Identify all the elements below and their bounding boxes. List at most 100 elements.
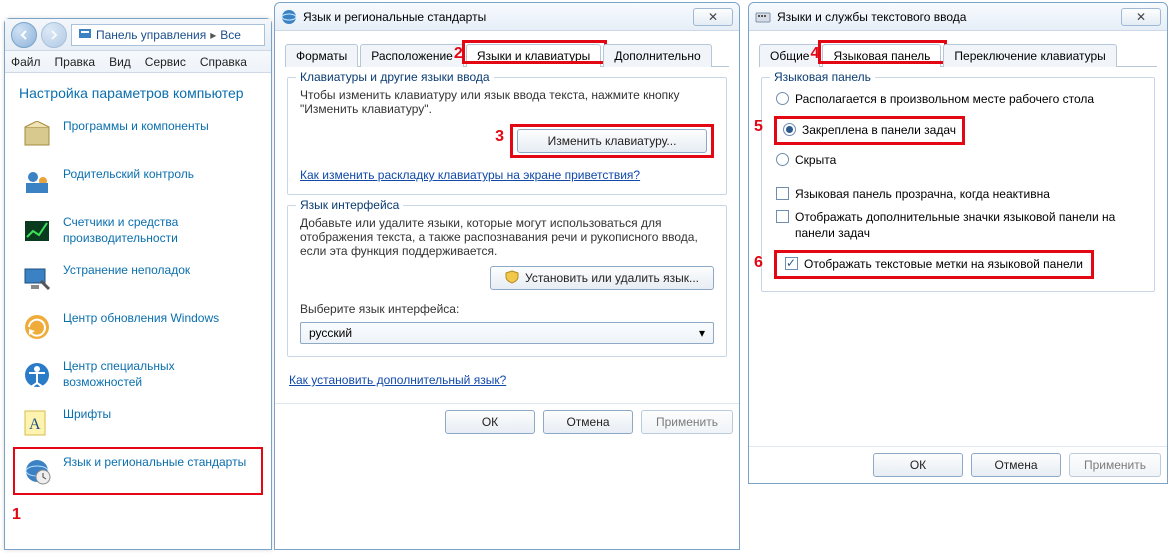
annotation-box-3: Изменить клавиатуру... (510, 124, 714, 158)
display-language-groupbox: Язык интерфейса Добавьте или удалите язы… (287, 205, 727, 357)
cp-item-label: Центр специальных возможностей (63, 359, 253, 390)
button-label: Установить или удалить язык... (525, 271, 699, 285)
groupbox-legend: Язык интерфейса (296, 198, 403, 212)
menu-file[interactable]: Файл (11, 55, 41, 69)
cp-item-programs[interactable]: Программы и компоненты (13, 111, 263, 159)
ease-of-access-icon (21, 359, 53, 391)
check-text-labels[interactable]: Отображать текстовые метки на языковой п… (783, 255, 1085, 275)
dialog-body: Общие Языковая панель 4 Переключение кла… (749, 31, 1167, 308)
groupbox-legend: Клавиатуры и другие языки ввода (296, 70, 494, 84)
groupbox-text: Добавьте или удалите языки, которые могу… (300, 216, 714, 258)
tab-strip: Общие Языковая панель 4 Переключение кла… (759, 43, 1157, 67)
nav-forward-button[interactable] (41, 22, 67, 48)
link-welcome-screen-layout[interactable]: Как изменить раскладку клавиатуры на экр… (300, 168, 640, 182)
cp-item-label: Устранение неполадок (63, 263, 190, 279)
chevron-down-icon: ▾ (699, 326, 705, 340)
radio-docked[interactable]: Закреплена в панели задач (781, 121, 958, 141)
ok-button[interactable]: ОК (445, 410, 535, 434)
radio-label: Скрыта (795, 153, 836, 169)
check-extra-icons[interactable]: Отображать дополнительные значки языково… (774, 206, 1142, 245)
cp-item-label: Язык и региональные стандарты (63, 455, 246, 471)
cp-item-perf[interactable]: Счетчики и средства производительности (13, 207, 263, 255)
radio-hidden[interactable]: Скрыта (774, 149, 1142, 173)
groupbox-legend: Языковая панель (770, 70, 875, 84)
nav-back-button[interactable] (11, 22, 37, 48)
tab-location[interactable]: Расположение (360, 44, 464, 67)
radio-label: Располагается в произвольном месте рабоч… (795, 92, 1094, 108)
menu-tools[interactable]: Сервис (145, 55, 186, 69)
radio-icon (776, 153, 789, 166)
globe-icon (281, 9, 297, 25)
cp-item-troubleshoot[interactable]: Устранение неполадок (13, 255, 263, 303)
cp-item-label: Центр обновления Windows (63, 311, 219, 327)
tab-strip: Форматы Расположение Языки и клавиатуры … (285, 43, 729, 67)
dialog-title: Языки и службы текстового ввода (777, 10, 1121, 24)
annotation-box-5: Закреплена в панели задач (774, 116, 965, 146)
language-bar-groupbox: Языковая панель Располагается в произвол… (761, 77, 1155, 292)
control-panel-items: Программы и компоненты Родительский конт… (5, 107, 271, 503)
control-panel-window: Панель управления ▸ Все Файл Правка Вид … (4, 18, 272, 550)
cp-item-label: Родительский контроль (63, 167, 194, 183)
annotation-marker-1: 1 (12, 506, 21, 524)
dialog-button-row: ОК Отмена Применить (275, 403, 739, 440)
radio-floating[interactable]: Располагается в произвольном месте рабоч… (774, 88, 1142, 112)
globe-clock-icon (21, 455, 53, 487)
ok-button[interactable]: ОК (873, 453, 963, 477)
menu-help[interactable]: Справка (200, 55, 247, 69)
install-language-button[interactable]: Установить или удалить язык... (490, 266, 714, 290)
titlebar: Язык и региональные стандарты ✕ (275, 3, 739, 31)
tab-language-bar[interactable]: Языковая панель (822, 44, 941, 67)
keyboard-icon (755, 9, 771, 25)
radio-label: Закреплена в панели задач (802, 123, 956, 139)
cp-item-label: Шрифты (63, 407, 111, 423)
windows-update-icon (21, 311, 53, 343)
menu-view[interactable]: Вид (109, 55, 131, 69)
page-title: Настройка параметров компьютер (5, 73, 271, 107)
check-label: Языковая панель прозрачна, когда неактив… (795, 187, 1050, 203)
close-button[interactable]: ✕ (693, 8, 733, 26)
combo-label: Выберите язык интерфейса: (300, 302, 714, 316)
dialog-title: Язык и региональные стандарты (303, 10, 693, 24)
annotation-box-6: Отображать текстовые метки на языковой п… (774, 250, 1094, 280)
apply-button[interactable]: Применить (1069, 453, 1161, 477)
breadcrumb-part1: Панель управления (96, 28, 206, 42)
link-install-additional-language[interactable]: Как установить дополнительный язык? (289, 373, 506, 387)
tab-keyboards-languages[interactable]: Языки и клавиатуры (466, 44, 601, 67)
menubar: Файл Правка Вид Сервис Справка (5, 51, 271, 73)
cp-item-accessibility[interactable]: Центр специальных возможностей (13, 351, 263, 399)
dialog-button-row: ОК Отмена Применить (749, 446, 1167, 483)
breadcrumb-sep: ▸ (210, 28, 216, 42)
nav-bar: Панель управления ▸ Все (5, 19, 271, 51)
radio-icon (783, 123, 796, 136)
cp-item-fonts[interactable]: A Шрифты (13, 399, 263, 447)
keyboards-groupbox: Клавиатуры и другие языки ввода Чтобы из… (287, 77, 727, 195)
address-bar[interactable]: Панель управления ▸ Все (71, 24, 265, 46)
check-transparent[interactable]: Языковая панель прозрачна, когда неактив… (774, 183, 1142, 207)
checkbox-icon (776, 187, 789, 200)
chart-icon (21, 215, 53, 247)
cancel-button[interactable]: Отмена (543, 410, 633, 434)
apply-button[interactable]: Применить (641, 410, 733, 434)
cp-item-parental[interactable]: Родительский контроль (13, 159, 263, 207)
tab-advanced[interactable]: Дополнительно (603, 44, 711, 67)
cp-item-region[interactable]: Язык и региональные стандарты (13, 447, 263, 495)
menu-edit[interactable]: Правка (55, 55, 96, 69)
close-button[interactable]: ✕ (1121, 8, 1161, 26)
annotation-marker-5: 5 (754, 118, 763, 136)
box-icon (21, 119, 53, 151)
change-keyboard-button[interactable]: Изменить клавиатуру... (517, 129, 707, 153)
tab-hotkeys[interactable]: Переключение клавиатуры (943, 44, 1116, 67)
cp-item-label: Счетчики и средства производительности (63, 215, 253, 246)
ui-language-combo[interactable]: русский ▾ (300, 322, 714, 344)
cp-item-update[interactable]: Центр обновления Windows (13, 303, 263, 351)
shield-icon (78, 26, 92, 43)
titlebar: Языки и службы текстового ввода ✕ (749, 3, 1167, 31)
region-language-dialog: Язык и региональные стандарты ✕ Форматы … (274, 2, 740, 550)
tab-formats[interactable]: Форматы (285, 44, 358, 67)
people-icon (21, 167, 53, 199)
svg-text:A: A (29, 416, 41, 433)
annotation-marker-2: 2 (454, 45, 463, 63)
annotation-marker-4: 4 (810, 45, 819, 63)
cancel-button[interactable]: Отмена (971, 453, 1061, 477)
checkbox-icon (785, 257, 798, 270)
